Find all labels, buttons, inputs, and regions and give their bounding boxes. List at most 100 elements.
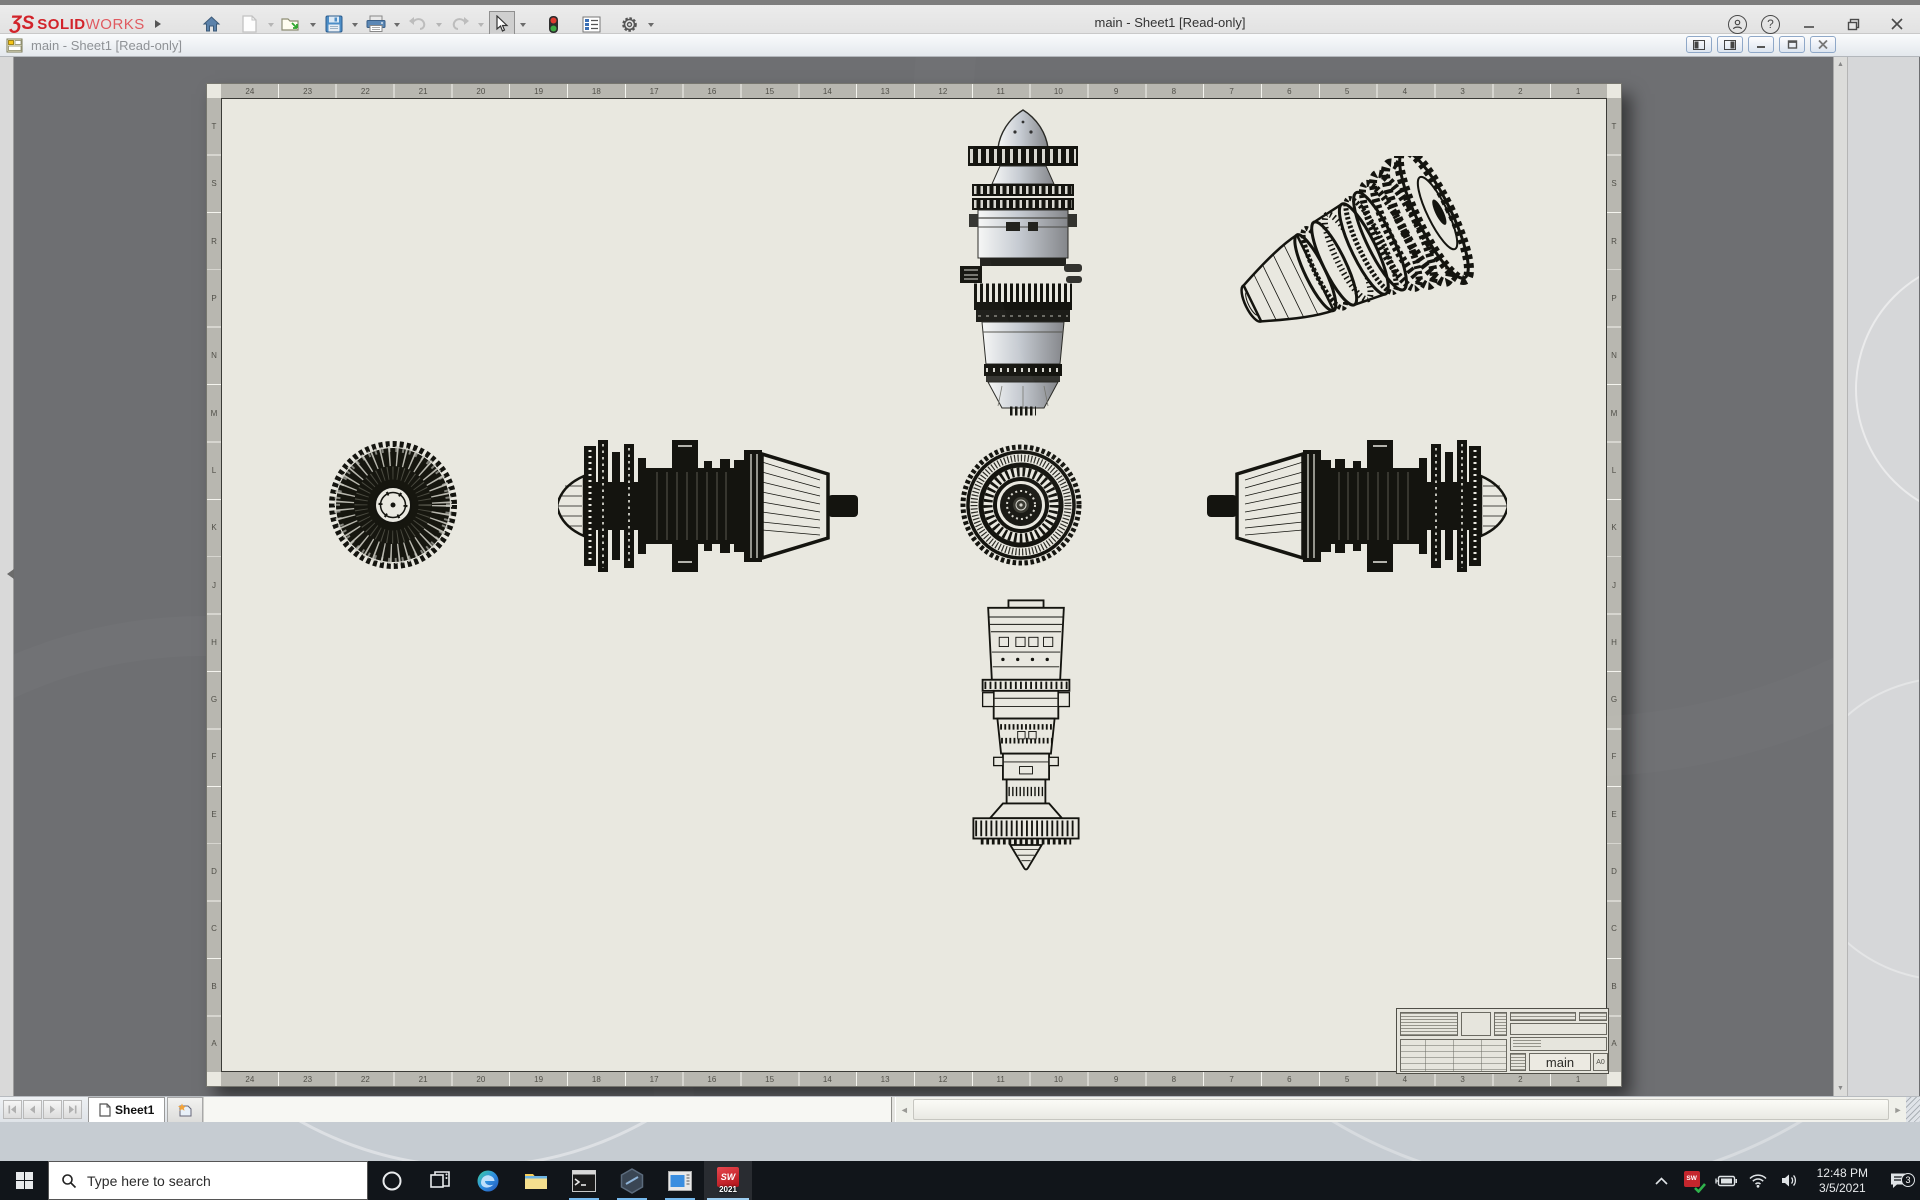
drawing-view-rear[interactable] — [958, 442, 1084, 568]
zone-number: 22 — [360, 86, 370, 96]
taskbar-search[interactable] — [48, 1161, 368, 1200]
zone-number: 12 — [938, 86, 948, 96]
zone-number: 15 — [765, 86, 775, 96]
zone-letter: H — [1611, 637, 1617, 647]
scroll-left-icon[interactable]: ◄ — [896, 1097, 913, 1122]
zone-number: 19 — [534, 86, 544, 96]
pane-left-button[interactable] — [1686, 36, 1712, 53]
zone-letter: R — [211, 236, 217, 246]
taskbar-cortana[interactable] — [368, 1161, 416, 1200]
new-document-dropdown[interactable] — [267, 22, 274, 30]
title-block-cell — [1579, 1012, 1607, 1021]
restore-button[interactable] — [1838, 12, 1868, 36]
drawing-view-front[interactable] — [328, 440, 458, 570]
screen: ƷS SOLID WORKS main - Sheet1 [Read-only]… — [0, 0, 1920, 1200]
zone-letter: T — [211, 122, 217, 132]
taskbar-solidworks[interactable]: SW 2021 — [704, 1161, 752, 1200]
taskbar-terminal[interactable] — [560, 1161, 608, 1200]
scroll-down-icon[interactable]: ▼ — [1837, 1085, 1844, 1092]
zone-number: 9 — [1113, 1074, 1119, 1084]
last-icon — [69, 1105, 77, 1114]
zone-number: 17 — [649, 86, 659, 96]
print-dropdown[interactable] — [393, 22, 400, 30]
account-button[interactable] — [1728, 14, 1747, 34]
tray-volume[interactable] — [1777, 1173, 1803, 1188]
menu-expand-arrow[interactable] — [154, 20, 165, 28]
taskbar-task-view[interactable] — [416, 1161, 464, 1200]
redo-dropdown[interactable] — [477, 22, 484, 30]
sheet-nav-buttons — [0, 1097, 82, 1122]
close-icon — [1891, 18, 1903, 30]
resize-grip[interactable] — [1906, 1097, 1920, 1122]
close-button[interactable] — [1882, 12, 1912, 36]
title-block-notes — [1400, 1012, 1458, 1036]
zone-letter: J — [1612, 580, 1616, 590]
drawing-view-top[interactable] — [958, 105, 1088, 417]
taskbar-clock[interactable]: 12:48 PM 3/5/2021 — [1809, 1166, 1876, 1196]
doc-close-button[interactable] — [1810, 36, 1836, 53]
left-panel-collapse-arrow[interactable] — [2, 569, 14, 579]
zone-number: 4 — [1402, 1074, 1408, 1084]
save-dropdown[interactable] — [351, 22, 358, 30]
start-button[interactable] — [0, 1161, 48, 1200]
title-block-cell — [1510, 1053, 1526, 1071]
drawing-number: main — [1529, 1053, 1591, 1071]
drawing-viewport[interactable]: 24 23 22 21 20 19 18 17 16 15 14 13 12 11 10 9 8 7 6 5 4 3 2 1 … — [14, 57, 1833, 1096]
doc-restore-icon — [1787, 40, 1797, 49]
restore-icon — [1847, 18, 1859, 30]
sheet-size: A0 — [1593, 1053, 1608, 1071]
help-button[interactable]: ? — [1761, 14, 1780, 34]
title-block-cell — [1510, 1023, 1607, 1035]
vertical-scrollbar[interactable]: ▲ ▼ — [1833, 57, 1847, 1096]
open-dropdown[interactable] — [309, 22, 316, 30]
prev-sheet-button[interactable] — [23, 1100, 42, 1119]
zone-letter: C — [1611, 924, 1617, 934]
notification-center-button[interactable]: 3 — [1882, 1172, 1916, 1190]
drawing-view-left[interactable] — [558, 438, 858, 572]
taskbar-hexagon-app[interactable] — [608, 1161, 656, 1200]
minimize-button[interactable] — [1794, 12, 1824, 36]
taskbar-window-app[interactable] — [656, 1161, 704, 1200]
select-tool-dropdown[interactable] — [519, 22, 526, 30]
last-sheet-button[interactable] — [63, 1100, 82, 1119]
drawing-view-isometric[interactable] — [1231, 156, 1511, 371]
title-block-name-date-table — [1400, 1039, 1507, 1072]
doc-restore-button[interactable] — [1779, 36, 1805, 53]
help-icon: ? — [1767, 17, 1774, 31]
taskbar-file-explorer[interactable] — [512, 1161, 560, 1200]
task-pane-collapsed[interactable] — [1847, 57, 1919, 1096]
prev-icon — [30, 1105, 35, 1114]
scroll-up-icon[interactable]: ▲ — [1837, 61, 1844, 68]
horizontal-scrollbar[interactable]: ◄ ► — [896, 1097, 1906, 1122]
check-icon — [1693, 1182, 1706, 1193]
zone-letter: L — [211, 465, 217, 475]
tray-solidworks-agent[interactable]: SW — [1681, 1170, 1707, 1193]
tray-wifi[interactable] — [1745, 1173, 1771, 1188]
undo-dropdown[interactable] — [435, 22, 442, 30]
zone-number: 20 — [476, 86, 486, 96]
add-sheet-tab[interactable] — [167, 1097, 204, 1122]
sw-shield-icon: SW — [1683, 1170, 1706, 1193]
next-sheet-button[interactable] — [43, 1100, 62, 1119]
tray-chevron-button[interactable] — [1649, 1176, 1675, 1185]
horizontal-scroll-thumb[interactable] — [913, 1099, 1889, 1120]
drawing-sheet[interactable]: 24 23 22 21 20 19 18 17 16 15 14 13 12 11 10 9 8 7 6 5 4 3 2 1 … — [206, 83, 1622, 1087]
search-input[interactable] — [49, 1172, 367, 1189]
system-tray: SW 12:48 PM 3/5/2021 3 — [1649, 1161, 1920, 1200]
traffic-light-icon — [549, 15, 559, 33]
first-sheet-button[interactable] — [3, 1100, 22, 1119]
scroll-right-icon[interactable]: ► — [1890, 1097, 1906, 1122]
zone-letter: B — [211, 981, 217, 991]
zone-letter: A — [211, 1038, 217, 1048]
options-dropdown[interactable] — [647, 22, 654, 30]
drawing-view-bottom[interactable] — [966, 589, 1086, 885]
drawing-view-right[interactable] — [1207, 438, 1507, 572]
doc-minimize-button[interactable] — [1748, 36, 1774, 53]
zone-letter: J — [212, 580, 216, 590]
taskbar-edge[interactable] — [464, 1161, 512, 1200]
zone-number: 3 — [1460, 1074, 1465, 1084]
pane-right-button[interactable] — [1717, 36, 1743, 53]
pane-right-icon — [1724, 39, 1736, 50]
tray-battery[interactable] — [1713, 1175, 1739, 1187]
tab-sheet1[interactable]: Sheet1 — [88, 1097, 166, 1122]
